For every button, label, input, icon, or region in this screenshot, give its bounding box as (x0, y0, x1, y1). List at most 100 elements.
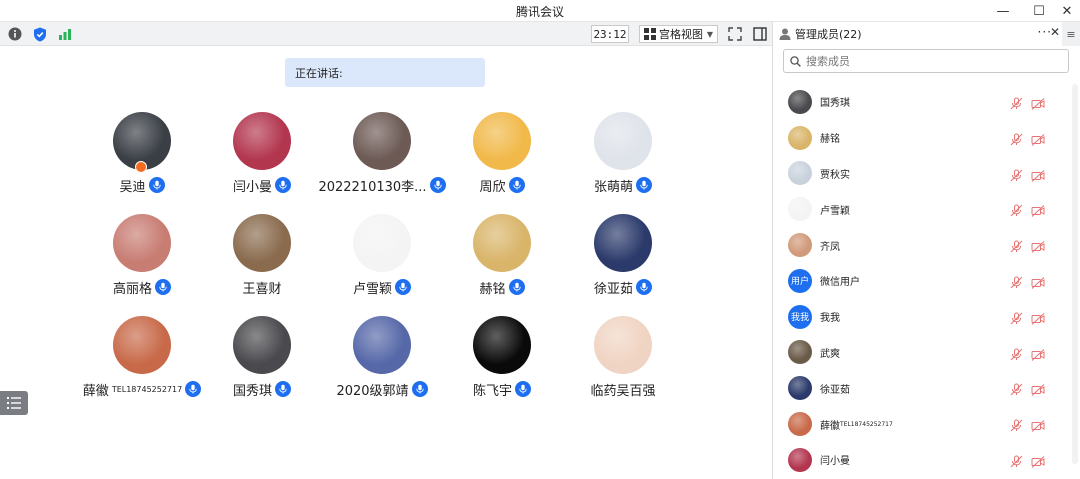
camera-off-icon[interactable] (1031, 453, 1045, 472)
microphone-icon (155, 279, 171, 295)
member-row[interactable]: 武爽 (773, 335, 1063, 371)
view-mode-dropdown[interactable]: 宫格视图 ▼ (639, 25, 718, 43)
microphone-icon (275, 177, 291, 193)
participant-name: 高丽格 (112, 281, 152, 297)
list-icon (7, 397, 21, 409)
participant-tile[interactable]: 2020级郭靖 (322, 316, 442, 399)
participant-name: 吴迪 (119, 179, 146, 195)
participant-tile[interactable]: 徐亚茹 (563, 214, 683, 297)
participant-name-row: 陈飞宇 (442, 380, 562, 399)
muted-microphone-icon[interactable] (1010, 453, 1023, 472)
camera-off-icon[interactable] (1031, 202, 1045, 221)
member-name: 武爽 (820, 348, 840, 360)
camera-off-icon[interactable] (1031, 310, 1045, 329)
participant-name-suffix: TEL18745252717 (111, 384, 183, 394)
member-name: 我我 (820, 313, 840, 325)
muted-microphone-icon[interactable] (1010, 310, 1023, 329)
participant-tile[interactable]: 临药吴百强 (563, 316, 683, 399)
panel-menu-button[interactable]: ≡ (1062, 22, 1080, 46)
muted-microphone-icon[interactable] (1010, 131, 1023, 150)
participant-avatar (473, 214, 531, 272)
participant-name: 张萌萌 (593, 179, 633, 195)
participant-tile[interactable]: 周欣 (442, 112, 562, 195)
participant-avatar (233, 112, 291, 170)
minimize-button[interactable]: — (988, 0, 1018, 22)
member-search-box[interactable] (783, 49, 1069, 73)
member-row[interactable]: 我我 我我 (773, 299, 1063, 335)
participant-avatar (594, 316, 652, 374)
speaking-indicator: 正在讲话: (285, 58, 485, 87)
member-status-icons (1010, 95, 1045, 114)
participant-tile[interactable]: 国秀琪 (202, 316, 322, 399)
close-panel-button[interactable]: ✕ (1050, 25, 1060, 39)
member-row[interactable]: 卢雪颖 (773, 191, 1063, 227)
participant-avatar (233, 214, 291, 272)
member-row[interactable]: 薛徽 TEL18745252717 (773, 406, 1063, 442)
member-avatar (788, 197, 812, 222)
participant-tile[interactable]: 2022210130李... (318, 112, 446, 195)
participant-name: 2022210130李... (318, 179, 427, 195)
maximize-button[interactable]: ☐ (1024, 0, 1054, 22)
members-panel-header: 管理成员(22) ··· ✕ ≡ (773, 22, 1080, 46)
member-row[interactable]: 国秀琪 (773, 84, 1063, 120)
camera-off-icon[interactable] (1031, 417, 1045, 436)
member-status-icons (1010, 381, 1045, 400)
muted-microphone-icon[interactable] (1010, 95, 1023, 114)
shield-icon[interactable] (32, 26, 48, 42)
participant-name-row: 国秀琪 (202, 380, 322, 399)
member-row[interactable]: 闫小曼 (773, 442, 1063, 478)
participant-avatar (233, 316, 291, 374)
list-toggle-button[interactable] (0, 391, 28, 415)
search-input[interactable] (806, 54, 1056, 68)
camera-off-icon[interactable] (1031, 238, 1045, 257)
camera-off-icon[interactable] (1031, 167, 1045, 186)
muted-microphone-icon[interactable] (1010, 274, 1023, 293)
sidebar-toggle-icon[interactable] (752, 26, 768, 42)
close-window-button[interactable]: ✕ (1052, 0, 1080, 22)
member-status-icons (1010, 131, 1045, 150)
participant-tile[interactable]: 薛徽 TEL18745252717 (82, 316, 202, 399)
signal-icon[interactable] (57, 26, 73, 42)
fullscreen-icon[interactable] (727, 26, 743, 42)
participant-tile[interactable]: 赫铭 (442, 214, 562, 297)
member-row[interactable]: 徐亚茹 (773, 370, 1063, 406)
participant-tile[interactable]: 吴迪 (82, 112, 202, 195)
participant-tile[interactable]: 高丽格 (82, 214, 202, 297)
microphone-icon (395, 279, 411, 295)
muted-microphone-icon[interactable] (1010, 346, 1023, 365)
search-icon (790, 55, 801, 67)
member-status-icons (1010, 346, 1045, 365)
participant-tile[interactable]: 闫小曼 (202, 112, 322, 195)
member-row[interactable]: 贾秋实 (773, 156, 1063, 192)
camera-off-icon[interactable] (1031, 274, 1045, 293)
camera-off-icon[interactable] (1031, 95, 1045, 114)
participant-name: 徐亚茹 (593, 281, 633, 297)
muted-microphone-icon[interactable] (1010, 417, 1023, 436)
camera-off-icon[interactable] (1031, 346, 1045, 365)
participant-avatar (113, 214, 171, 272)
participant-tile[interactable]: 王喜财 (202, 214, 322, 297)
microphone-icon (508, 279, 525, 295)
camera-off-icon[interactable] (1031, 381, 1045, 400)
participant-tile[interactable]: 卢雪颖 (322, 214, 442, 297)
info-icon[interactable] (7, 26, 23, 42)
muted-microphone-icon[interactable] (1010, 238, 1023, 257)
participant-tile[interactable]: 张萌萌 (563, 112, 683, 195)
member-row[interactable]: 用户 微信用户 (773, 263, 1063, 299)
member-row[interactable]: 赫铭 (773, 120, 1063, 156)
camera-off-icon[interactable] (1031, 131, 1045, 150)
menu-icon: ≡ (1066, 27, 1076, 41)
member-avatar: 我我 (788, 304, 812, 329)
member-row[interactable]: 齐凤 (773, 227, 1063, 263)
microphone-icon (148, 177, 165, 193)
member-avatar (788, 89, 812, 114)
participant-tile[interactable]: 陈飞宇 (442, 316, 562, 399)
meeting-toolbar: 23:12 宫格视图 ▼ (0, 22, 772, 46)
muted-microphone-icon[interactable] (1010, 202, 1023, 221)
member-name: 微信用户 (820, 277, 860, 289)
microphone-icon (275, 381, 291, 397)
microphone-icon (636, 279, 652, 295)
muted-microphone-icon[interactable] (1010, 167, 1023, 186)
muted-microphone-icon[interactable] (1010, 381, 1023, 400)
scrollbar[interactable] (1072, 84, 1078, 464)
